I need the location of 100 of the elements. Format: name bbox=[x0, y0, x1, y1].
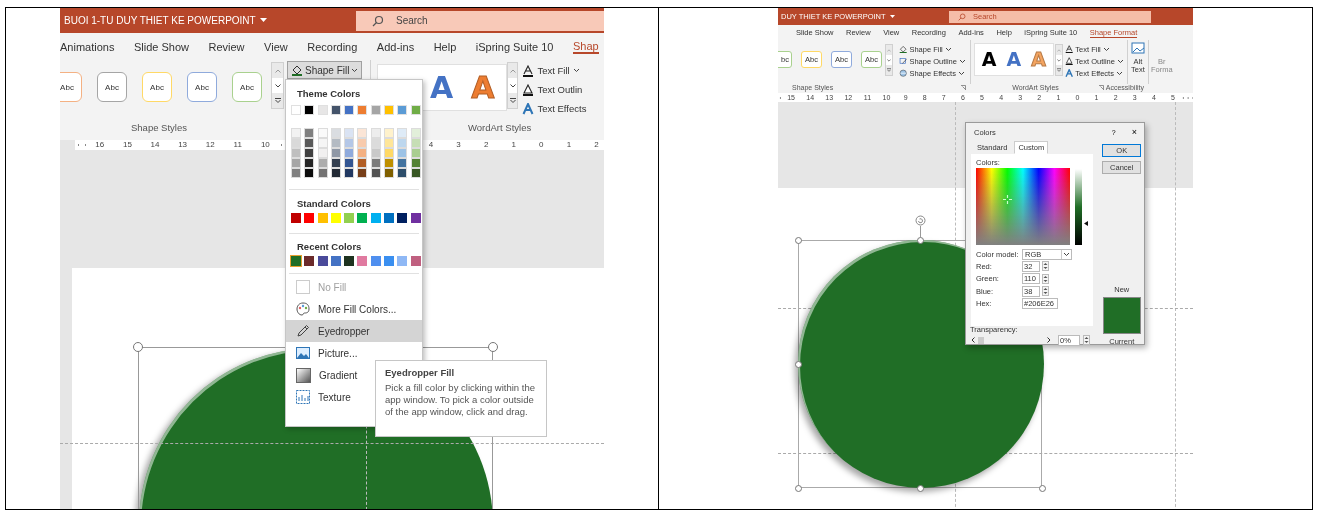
ribbon-tab[interactable]: View bbox=[264, 40, 288, 53]
color-swatch[interactable] bbox=[370, 168, 381, 178]
color-swatch[interactable] bbox=[370, 158, 381, 168]
color-swatch[interactable] bbox=[357, 148, 368, 158]
color-swatch[interactable] bbox=[304, 158, 315, 168]
wordart-style[interactable]: A bbox=[430, 72, 454, 103]
color-swatch[interactable] bbox=[291, 168, 301, 178]
ribbon-tab[interactable]: Animations bbox=[60, 40, 115, 53]
color-swatch[interactable] bbox=[370, 256, 381, 266]
color-swatch[interactable] bbox=[291, 138, 301, 148]
color-swatch[interactable] bbox=[330, 148, 341, 158]
color-swatch[interactable] bbox=[410, 148, 421, 158]
ribbon-tab[interactable]: iSpring Suite 10 bbox=[475, 40, 554, 53]
color-swatch[interactable] bbox=[370, 105, 381, 115]
resize-handle[interactable] bbox=[794, 360, 802, 368]
resize-handle[interactable] bbox=[133, 342, 143, 352]
color-swatch[interactable] bbox=[317, 128, 328, 138]
color-swatch[interactable] bbox=[397, 213, 408, 223]
color-swatch[interactable] bbox=[304, 105, 315, 115]
color-swatch[interactable] bbox=[410, 256, 421, 266]
color-swatch[interactable] bbox=[317, 213, 328, 223]
color-swatch[interactable] bbox=[384, 168, 395, 178]
color-swatch[interactable] bbox=[317, 168, 328, 178]
ribbon-tab[interactable]: Shap bbox=[572, 39, 599, 54]
color-swatch[interactable] bbox=[410, 105, 421, 115]
color-swatch[interactable] bbox=[330, 128, 341, 138]
color-swatch[interactable] bbox=[357, 168, 368, 178]
color-spectrum[interactable] bbox=[976, 168, 1071, 245]
color-swatch[interactable] bbox=[291, 158, 301, 168]
shape-style-thumbnail[interactable]: Abc bbox=[97, 72, 127, 102]
color-swatch[interactable] bbox=[384, 128, 395, 138]
resize-handle[interactable] bbox=[794, 484, 802, 492]
color-swatch[interactable] bbox=[317, 138, 328, 148]
menu-item[interactable]: Eyedropper bbox=[286, 320, 422, 342]
color-swatch[interactable] bbox=[317, 148, 328, 158]
color-swatch[interactable] bbox=[410, 128, 421, 138]
color-swatch[interactable] bbox=[384, 105, 395, 115]
resize-handle[interactable] bbox=[916, 484, 924, 492]
color-swatch[interactable] bbox=[384, 213, 395, 223]
shape-style-thumbnail[interactable]: Abc bbox=[187, 72, 217, 102]
color-swatch[interactable] bbox=[291, 148, 301, 158]
ribbon-tab[interactable]: Review bbox=[208, 40, 245, 53]
luminance-slider[interactable] bbox=[1075, 169, 1088, 245]
color-swatch[interactable] bbox=[357, 213, 368, 223]
ribbon-tab[interactable]: Help bbox=[433, 40, 457, 53]
color-swatch[interactable] bbox=[397, 158, 408, 168]
color-swatch[interactable] bbox=[384, 158, 395, 168]
color-swatch[interactable] bbox=[291, 213, 301, 223]
text-fill-button[interactable]: Text Fill bbox=[522, 64, 587, 77]
color-swatch[interactable] bbox=[370, 213, 381, 223]
color-swatch[interactable] bbox=[370, 128, 381, 138]
color-swatch[interactable] bbox=[291, 105, 301, 115]
color-swatch[interactable] bbox=[357, 256, 368, 266]
color-swatch[interactable] bbox=[304, 168, 315, 178]
color-swatch[interactable] bbox=[357, 128, 368, 138]
text-outline-button[interactable]: Text Outlin bbox=[522, 83, 587, 96]
color-swatch[interactable] bbox=[344, 168, 355, 178]
scroll-down-button[interactable] bbox=[508, 78, 518, 93]
color-swatch[interactable] bbox=[370, 138, 381, 148]
color-swatch[interactable] bbox=[397, 128, 408, 138]
close-button[interactable]: × bbox=[1131, 127, 1137, 137]
shape-style-thumbnail[interactable]: Abc bbox=[142, 72, 172, 102]
color-swatch[interactable] bbox=[397, 168, 408, 178]
color-swatch[interactable] bbox=[357, 138, 368, 148]
wordart-style[interactable]: A bbox=[1006, 50, 1022, 69]
color-swatch[interactable] bbox=[397, 148, 408, 158]
search-field[interactable]: Search bbox=[356, 10, 604, 31]
color-swatch[interactable] bbox=[330, 105, 341, 115]
color-swatch[interactable] bbox=[344, 158, 355, 168]
color-swatch[interactable] bbox=[304, 148, 315, 158]
color-swatch[interactable] bbox=[397, 105, 408, 115]
color-swatch[interactable] bbox=[304, 213, 315, 223]
color-swatch[interactable] bbox=[384, 138, 395, 148]
color-swatch[interactable] bbox=[304, 256, 315, 266]
color-swatch[interactable] bbox=[410, 168, 421, 178]
color-swatch[interactable] bbox=[410, 213, 421, 223]
color-swatch[interactable] bbox=[304, 128, 315, 138]
shape-fill-button[interactable]: Shape Fill bbox=[287, 61, 363, 79]
color-swatch[interactable] bbox=[370, 148, 381, 158]
color-swatch[interactable] bbox=[397, 138, 408, 148]
color-swatch[interactable] bbox=[384, 148, 395, 158]
ribbon-tab[interactable]: Add-ins bbox=[376, 40, 415, 53]
resize-handle[interactable] bbox=[1038, 484, 1046, 492]
color-swatch[interactable] bbox=[410, 138, 421, 148]
shape-style-thumbnail[interactable]: Abc bbox=[60, 72, 82, 102]
color-swatch[interactable] bbox=[330, 138, 341, 148]
shape-style-thumbnail[interactable]: Abc bbox=[232, 72, 262, 102]
color-swatch[interactable] bbox=[304, 138, 315, 148]
scroll-down-button[interactable] bbox=[272, 78, 283, 93]
color-swatch[interactable] bbox=[330, 213, 341, 223]
color-swatch[interactable] bbox=[344, 148, 355, 158]
color-swatch[interactable] bbox=[291, 128, 301, 138]
color-swatch[interactable] bbox=[384, 256, 395, 266]
color-swatch[interactable] bbox=[410, 158, 421, 168]
color-swatch[interactable] bbox=[317, 105, 328, 115]
color-swatch[interactable] bbox=[344, 105, 355, 115]
color-swatch[interactable] bbox=[344, 213, 355, 223]
ribbon-tab[interactable]: Recording bbox=[307, 40, 358, 53]
menu-item[interactable]: More Fill Colors... bbox=[286, 298, 422, 320]
slider-thumb[interactable] bbox=[978, 336, 984, 344]
